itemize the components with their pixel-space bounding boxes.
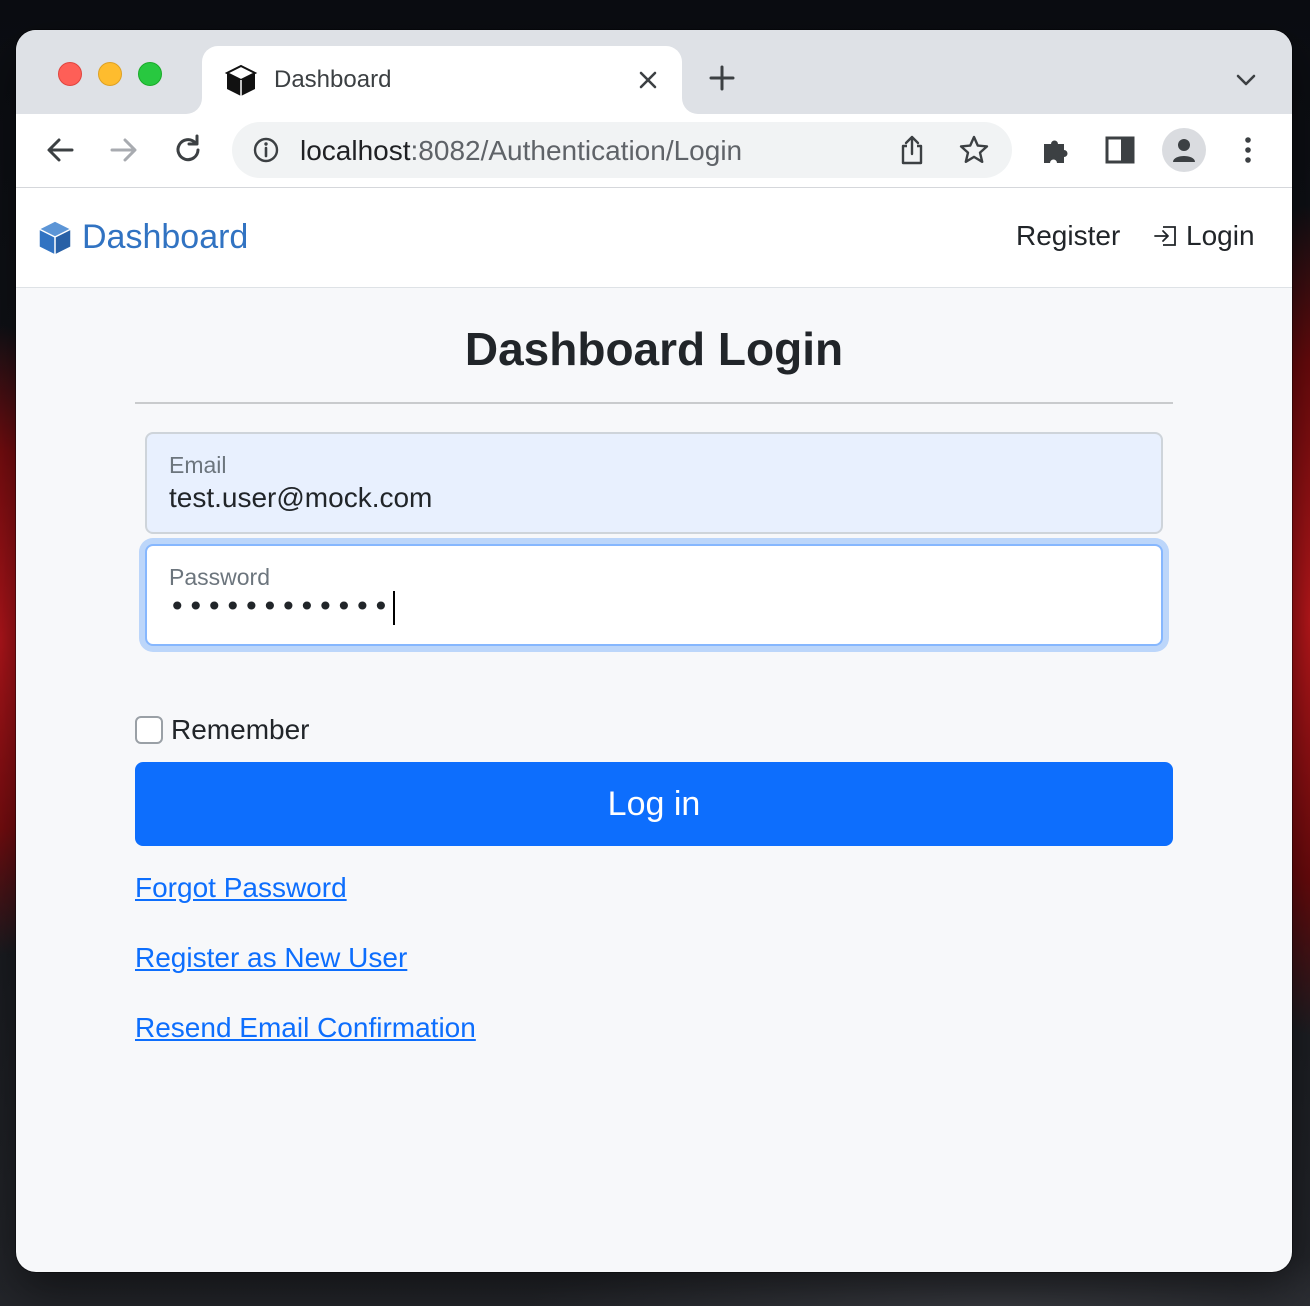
plus-icon[interactable] xyxy=(708,64,736,92)
password-field[interactable]: Password •••••••••••• xyxy=(145,544,1163,646)
chevron-down-icon[interactable] xyxy=(1234,68,1258,92)
brand-text: Dashboard xyxy=(82,218,249,256)
url-text: localhost:8082/Authentication/Login xyxy=(300,135,742,167)
password-input[interactable]: •••••••••••• xyxy=(169,590,396,625)
title-divider xyxy=(135,402,1173,404)
tab-strip: Dashboard xyxy=(16,30,1292,114)
forgot-password-link[interactable]: Forgot Password xyxy=(135,872,347,904)
browser-window: Dashboard localhost:8082/Authentication/… xyxy=(16,30,1292,1272)
browser-toolbar: localhost:8082/Authentication/Login xyxy=(16,114,1292,188)
remember-checkbox[interactable] xyxy=(135,716,163,744)
back-arrow-icon[interactable] xyxy=(42,132,78,168)
brand-link[interactable]: Dashboard xyxy=(36,218,248,257)
page-title: Dashboard Login xyxy=(464,323,844,375)
email-input[interactable]: test.user@mock.com xyxy=(169,482,432,514)
close-icon[interactable] xyxy=(636,68,660,92)
resend-confirmation-link[interactable]: Resend Email Confirmation xyxy=(135,1012,476,1044)
puzzle-icon[interactable] xyxy=(1038,132,1074,168)
url-host: localhost xyxy=(300,135,411,166)
password-label: Password xyxy=(169,564,270,590)
tab-dashboard[interactable]: Dashboard xyxy=(202,46,682,114)
site-navbar: Dashboard Register Login xyxy=(16,188,1292,288)
tab-title: Dashboard xyxy=(274,66,392,93)
remember-label[interactable]: Remember xyxy=(171,714,309,746)
share-icon[interactable] xyxy=(896,134,928,166)
login-icon xyxy=(1154,226,1176,246)
zoom-window-button[interactable] xyxy=(138,62,162,86)
minimize-window-button[interactable] xyxy=(98,62,122,86)
email-field[interactable]: Email test.user@mock.com xyxy=(145,432,1163,534)
register-new-user-link[interactable]: Register as New User xyxy=(135,942,407,974)
email-label: Email xyxy=(169,452,227,478)
close-window-button[interactable] xyxy=(58,62,82,86)
info-icon[interactable] xyxy=(252,136,280,164)
address-bar[interactable]: localhost:8082/Authentication/Login xyxy=(232,122,1012,178)
side-panel-icon[interactable] xyxy=(1102,132,1138,168)
password-masked-value: •••••••••••• xyxy=(169,590,392,623)
reload-icon[interactable] xyxy=(170,132,206,168)
login-button[interactable]: Log in xyxy=(135,762,1173,846)
box-icon xyxy=(38,219,72,256)
profile-icon xyxy=(1173,139,1195,162)
star-icon[interactable] xyxy=(958,134,990,166)
nav-login-link[interactable]: Login xyxy=(1152,220,1255,252)
remember-row[interactable]: Remember xyxy=(135,714,309,746)
kebab-menu-icon[interactable] xyxy=(1230,132,1266,168)
text-caret xyxy=(393,591,396,625)
nav-register-link[interactable]: Register xyxy=(1016,220,1120,252)
url-path: :8082/Authentication/Login xyxy=(410,135,743,166)
forward-arrow-icon[interactable] xyxy=(106,132,142,168)
box-icon xyxy=(224,64,258,96)
profile-button[interactable] xyxy=(1162,128,1206,172)
nav-login-text: Login xyxy=(1186,220,1255,251)
